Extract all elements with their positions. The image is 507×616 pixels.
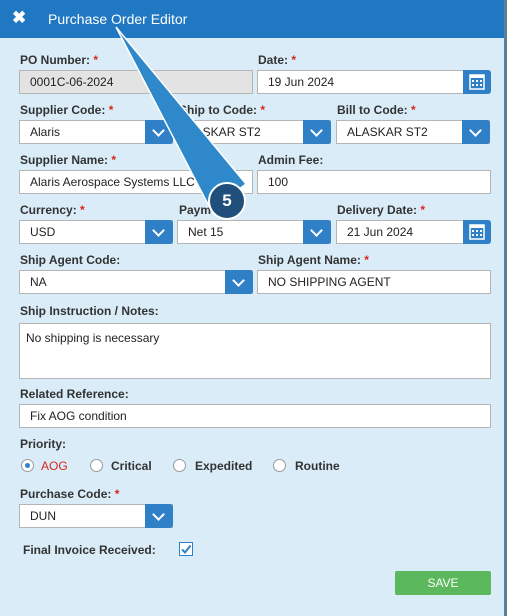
callout-pointer [115, 26, 248, 212]
step-badge: 5 [208, 182, 246, 220]
